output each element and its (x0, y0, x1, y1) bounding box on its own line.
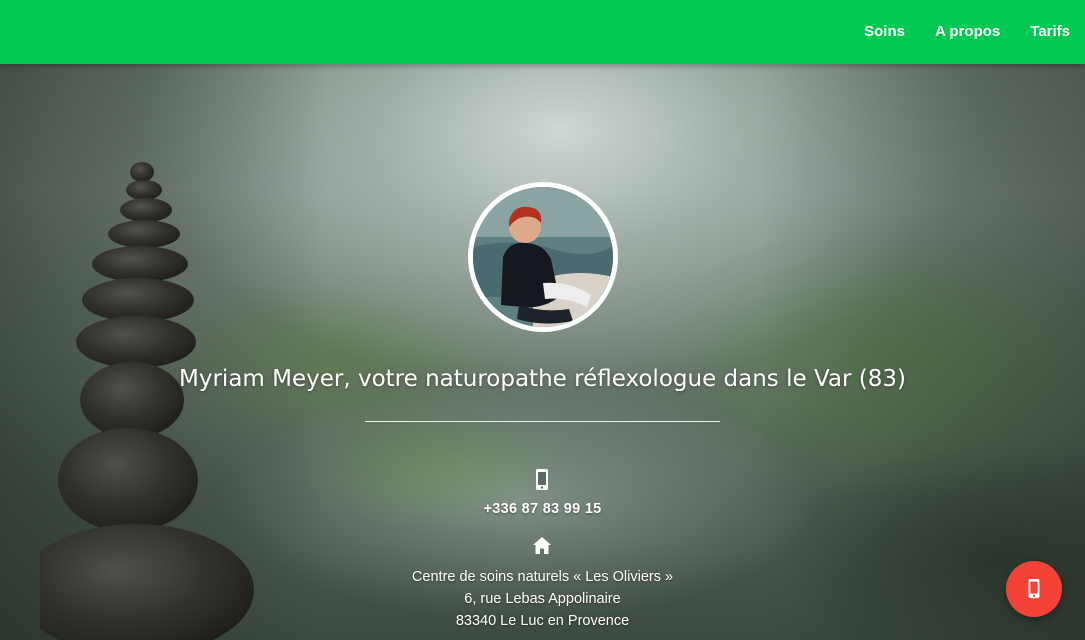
nav-link-a-propos[interactable]: A propos (920, 0, 1015, 64)
nav-item-soins: Soins (849, 0, 920, 64)
nav-link-soins[interactable]: Soins (849, 0, 920, 64)
address-line-1: Centre de soins naturels « Les Oliviers … (411, 569, 674, 585)
nav-item-tarifs: Tarifs (1015, 0, 1085, 64)
profile-avatar (468, 182, 618, 332)
phone-number[interactable]: +336 87 83 99 15 (0, 501, 1085, 517)
hero-section: Myriam Meyer, votre naturopathe réflexol… (0, 64, 1085, 640)
nav-menu: Soins A propos Tarifs (849, 0, 1085, 64)
hero-divider (365, 421, 720, 422)
address-line-2: 6, rue Lebas Appolinaire (464, 591, 621, 607)
mobile-phone-icon (1028, 579, 1040, 599)
nav-item-a-propos: A propos (920, 0, 1015, 64)
page: Soins A propos Tarifs Myriam Meyer, votr… (0, 0, 1085, 640)
mobile-phone-icon (536, 469, 548, 490)
address-line-3: 83340 Le Luc en Provence (455, 613, 630, 629)
hero-title: Myriam Meyer, votre naturopathe réflexol… (179, 366, 906, 392)
postal-address: Centre de soins naturels « Les Oliviers … (0, 566, 1085, 632)
home-icon (533, 537, 551, 554)
profile-photo (473, 187, 613, 327)
call-fab-button[interactable] (1006, 561, 1062, 617)
top-navbar: Soins A propos Tarifs (0, 0, 1085, 64)
nav-link-tarifs[interactable]: Tarifs (1015, 0, 1085, 64)
